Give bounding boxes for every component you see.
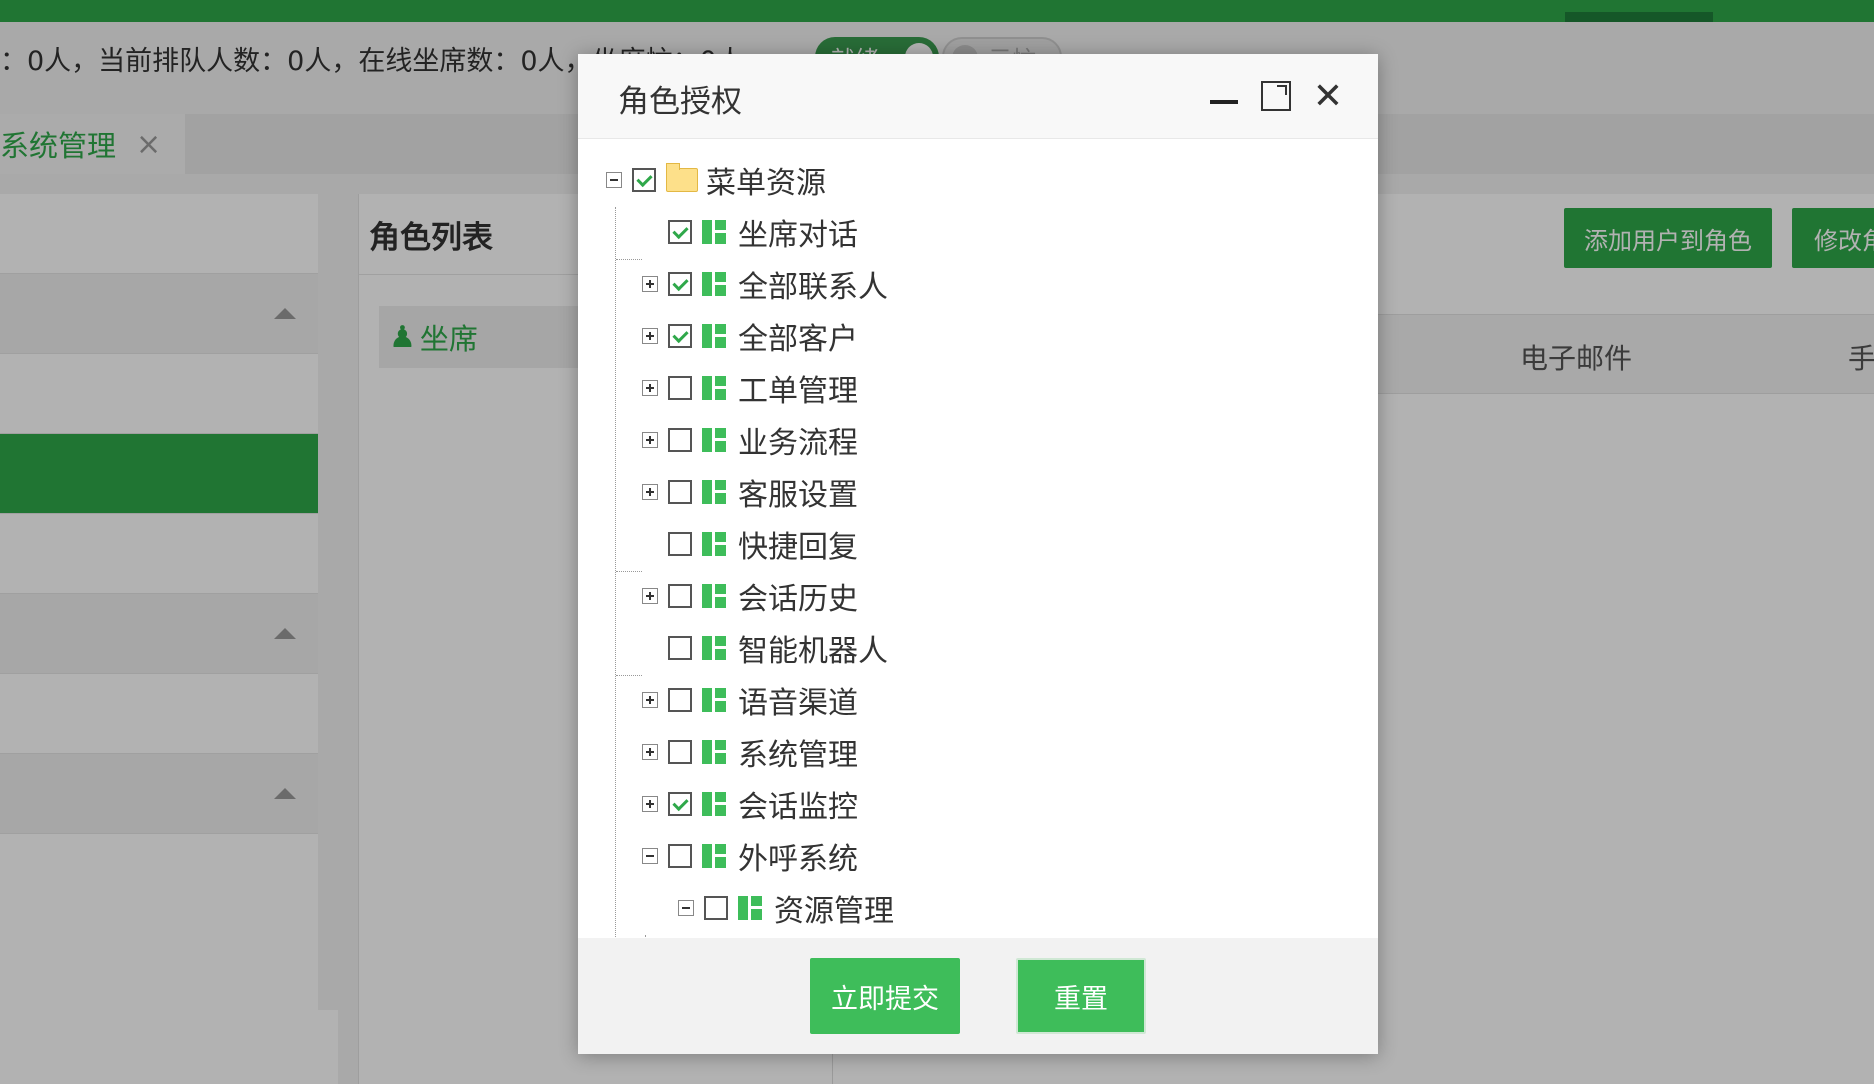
tree-node-label: 会话历史 [738, 582, 858, 617]
minimize-button[interactable] [1202, 74, 1246, 118]
tree-node-label: 快捷回复 [738, 530, 858, 565]
tree-guide-line [645, 935, 646, 937]
tree-node[interactable]: 客服设置 [642, 466, 858, 518]
expand-icon[interactable] [642, 484, 658, 500]
tree-guide-line [616, 259, 642, 260]
minimize-icon [1210, 100, 1238, 104]
tree-node-label: 智能机器人 [738, 634, 888, 669]
module-icon [702, 636, 726, 660]
tree-checkbox[interactable] [668, 792, 692, 816]
dialog-header: 角色授权 ✕ [578, 54, 1378, 139]
expand-icon[interactable] [642, 276, 658, 292]
tree-node[interactable]: 资源管理 [678, 882, 894, 934]
tree-node-label: 语音渠道 [738, 686, 858, 721]
collapse-icon[interactable] [642, 848, 658, 864]
reset-button[interactable]: 重置 [1016, 958, 1146, 1034]
expand-icon[interactable] [642, 380, 658, 396]
module-icon [702, 376, 726, 400]
tree-guide-line [616, 675, 642, 676]
expand-icon[interactable] [642, 328, 658, 344]
module-icon [702, 324, 726, 348]
tree-checkbox[interactable] [668, 844, 692, 868]
module-icon [702, 584, 726, 608]
tree-node[interactable]: 会话监控 [642, 778, 858, 830]
tree-checkbox[interactable] [668, 688, 692, 712]
tree-node-label: 坐席对话 [738, 218, 858, 253]
module-icon [702, 688, 726, 712]
tree-checkbox[interactable] [668, 428, 692, 452]
folder-icon [666, 163, 698, 192]
tree-node[interactable]: 工单管理 [642, 362, 858, 414]
submit-button[interactable]: 立即提交 [810, 958, 960, 1034]
tree-node-label: 全部联系人 [738, 270, 888, 305]
expand-icon[interactable] [642, 588, 658, 604]
expand-icon[interactable] [642, 692, 658, 708]
module-icon [702, 220, 726, 244]
module-icon [702, 272, 726, 296]
tree-guide-line [616, 571, 642, 572]
tree-checkbox[interactable] [668, 376, 692, 400]
module-icon [702, 428, 726, 452]
expand-icon[interactable] [642, 744, 658, 760]
tree-checkbox[interactable] [668, 220, 692, 244]
tree-checkbox[interactable] [632, 168, 656, 192]
dialog-footer: 立即提交 重置 [578, 938, 1378, 1054]
module-icon [702, 532, 726, 556]
maximize-button[interactable] [1254, 74, 1298, 118]
collapse-icon[interactable] [678, 900, 694, 916]
tree-guide-line [615, 207, 616, 937]
tree-node-root[interactable]: 菜单资源 [606, 154, 826, 206]
module-icon [702, 480, 726, 504]
tree-node[interactable]: 业务流程 [642, 414, 858, 466]
tree-node[interactable]: 智能机器人 [642, 622, 888, 674]
tree-node-label: 外呼系统 [738, 842, 858, 877]
tree-checkbox[interactable] [668, 636, 692, 660]
module-icon [738, 896, 762, 920]
module-icon [702, 740, 726, 764]
permission-tree: 菜单资源 坐席对话 全部联系人 全部客户 工单管理 业务流程 客服设置 快捷回复… [578, 139, 1378, 937]
dialog-title: 角色授权 [618, 84, 742, 120]
tree-node-label: 客服设置 [738, 478, 858, 513]
close-button[interactable]: ✕ [1306, 74, 1350, 118]
tree-node-label: 全部客户 [738, 322, 858, 357]
tree-node[interactable]: 外呼系统 [642, 830, 858, 882]
tree-node-label: 系统管理 [738, 738, 858, 773]
tree-checkbox[interactable] [668, 272, 692, 296]
tree-checkbox[interactable] [704, 896, 728, 920]
expand-icon[interactable] [642, 796, 658, 812]
tree-node[interactable]: 语音渠道 [642, 674, 858, 726]
tree-node[interactable]: 快捷回复 [642, 518, 858, 570]
tree-checkbox[interactable] [668, 584, 692, 608]
tree-node[interactable]: 会话历史 [642, 570, 858, 622]
tree-node[interactable]: 系统管理 [642, 726, 858, 778]
module-icon [702, 844, 726, 868]
role-authorization-dialog: 角色授权 ✕ 菜单资源 坐席对话 全部联系人 全部客户 工单管理 业务流程 客服… [578, 54, 1378, 1054]
expand-icon[interactable] [642, 432, 658, 448]
close-icon: ✕ [1312, 75, 1344, 117]
tree-node[interactable]: 坐席对话 [642, 206, 858, 258]
tree-node-label: 菜单资源 [706, 166, 826, 201]
tree-checkbox[interactable] [668, 480, 692, 504]
tree-node-label: 业务流程 [738, 426, 858, 461]
tree-checkbox[interactable] [668, 324, 692, 348]
tree-node-label: 工单管理 [738, 374, 858, 409]
tree-node-label: 会话监控 [738, 790, 858, 825]
tree-node-label: 资源管理 [774, 894, 894, 929]
maximize-icon [1261, 81, 1291, 111]
tree-node[interactable]: 全部联系人 [642, 258, 888, 310]
tree-node[interactable]: 全部客户 [642, 310, 858, 362]
module-icon [702, 792, 726, 816]
collapse-icon[interactable] [606, 172, 622, 188]
tree-checkbox[interactable] [668, 532, 692, 556]
tree-checkbox[interactable] [668, 740, 692, 764]
